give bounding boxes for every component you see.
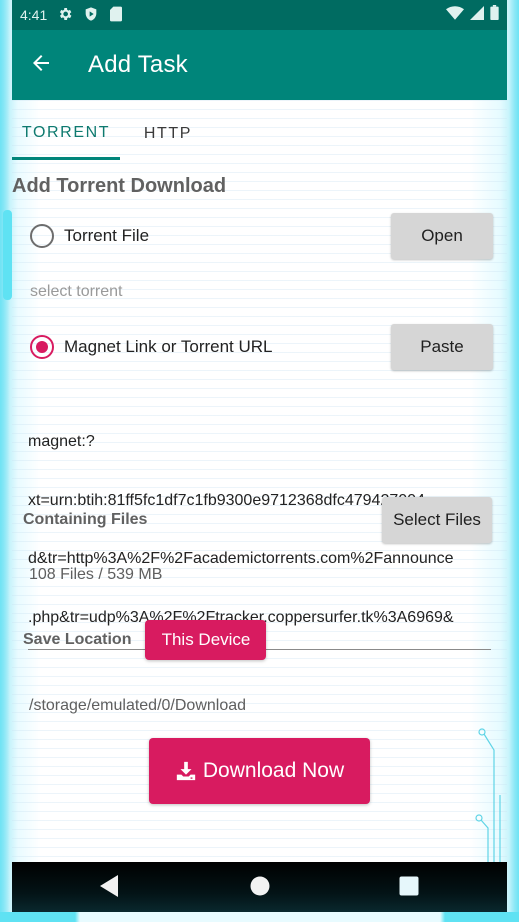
tab-http[interactable]: HTTP (120, 108, 216, 160)
download-now-label: Download Now (202, 759, 345, 782)
nav-recents-button[interactable] (397, 876, 421, 900)
save-location-row: Save Location This Device (23, 620, 267, 660)
nav-back-button[interactable] (98, 874, 122, 902)
shield-play-icon (83, 6, 99, 25)
back-button[interactable] (18, 42, 64, 88)
download-icon (175, 760, 197, 782)
select-torrent-hint: select torrent (30, 283, 123, 300)
frame-side-tab (3, 210, 12, 300)
battery-icon (490, 5, 499, 25)
wifi-icon (446, 5, 464, 25)
open-button[interactable]: Open (391, 213, 493, 259)
signal-icon (470, 5, 484, 25)
settings-icon (57, 6, 73, 25)
magnet-line: magnet:? (28, 433, 95, 450)
nav-back-icon (100, 874, 120, 902)
torrent-file-radio[interactable] (30, 224, 54, 248)
containing-files-label: Containing Files (23, 511, 148, 528)
app-bar: Add Task (12, 30, 507, 100)
bottom-frame-glow (0, 912, 519, 922)
nav-recents-icon (399, 876, 419, 901)
save-location-label: Save Location (23, 631, 132, 648)
torrent-file-label[interactable]: Torrent File (64, 226, 149, 246)
section-title: Add Torrent Download (12, 175, 227, 197)
magnet-label[interactable]: Magnet Link or Torrent URL (64, 337, 273, 357)
this-device-button[interactable]: This Device (145, 620, 267, 660)
arrow-left-icon (29, 51, 53, 80)
page-title: Add Task (88, 51, 188, 78)
magnet-row: Magnet Link or Torrent URL Paste (30, 324, 493, 370)
select-files-button[interactable]: Select Files (382, 497, 492, 543)
download-now-button[interactable]: Download Now (149, 738, 370, 804)
status-bar: 4:41 (12, 0, 507, 30)
files-summary: 108 Files / 539 MB (29, 566, 163, 583)
paste-button[interactable]: Paste (391, 324, 493, 370)
containing-files-row: Containing Files Select Files (23, 497, 492, 543)
nav-home-button[interactable] (248, 876, 272, 900)
magnet-radio[interactable] (30, 335, 54, 359)
torrent-file-row: Torrent File Open (30, 213, 493, 259)
left-frame-glow (0, 0, 10, 922)
tab-bar: TORRENT HTTP (12, 108, 216, 160)
navigation-bar (12, 862, 507, 914)
status-time: 4:41 (20, 7, 48, 23)
sd-card-icon (109, 6, 123, 25)
save-path: /storage/emulated/0/Download (29, 697, 247, 714)
tab-torrent[interactable]: TORRENT (12, 108, 120, 160)
right-frame-glow (509, 0, 519, 922)
nav-home-icon (250, 876, 270, 901)
